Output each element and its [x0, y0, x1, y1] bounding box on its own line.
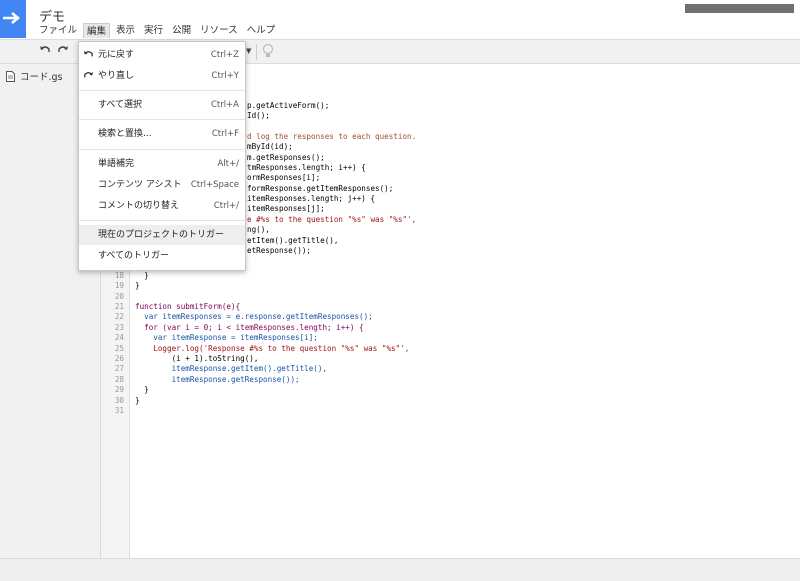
menu-item-shortcut: Ctrl+Y: [211, 71, 239, 81]
code-fragment: Id();: [247, 111, 270, 120]
code-fragment: tmResponses.length; i++) {: [247, 163, 366, 172]
menu-item-label: やり直し: [98, 71, 135, 81]
code-line: itemResponse.getResponse());: [135, 375, 300, 384]
undo-icon[interactable]: [38, 44, 52, 58]
menu-item-shortcut: Ctrl+A: [210, 100, 239, 110]
menu-item-label: 現在のプロジェクトのトリガー: [98, 230, 225, 240]
line-number: 26: [114, 354, 124, 363]
menu-resources[interactable]: リソース: [197, 23, 241, 38]
status-bar: [0, 558, 800, 581]
code-line: Logger.log('Response #%s to the question…: [135, 344, 410, 353]
menu-item-word-complete[interactable]: 単語補完 Alt+/: [79, 154, 245, 174]
code-line: var itemResponse = itemResponses[i];: [135, 333, 318, 342]
menu-item-label: すべて選択: [98, 100, 143, 110]
code-fragment: d log the responses to each question.: [247, 132, 417, 141]
code-fragment: ormResponses[i];: [247, 173, 321, 182]
menu-divider: [79, 149, 245, 150]
code-fragment: ng(),: [247, 225, 270, 234]
code-fragment: itemResponses[j];: [247, 204, 325, 213]
menu-divider: [79, 119, 245, 120]
code-fragment: etItem().getTitle(),: [247, 236, 339, 245]
edit-menu-dropdown: 元に戻す Ctrl+Z やり直し Ctrl+Y すべて選択 Ctrl+A 検索と…: [78, 41, 246, 271]
menu-item-project-triggers[interactable]: 現在のプロジェクトのトリガー: [79, 225, 245, 245]
redo-icon: [83, 70, 94, 81]
menu-help[interactable]: ヘルプ: [244, 23, 279, 38]
code-fragment: m.getResponses();: [247, 153, 325, 162]
code-fragment: formResponse.getItemResponses();: [247, 184, 394, 193]
menu-edit[interactable]: 編集: [83, 23, 111, 38]
menu-item-label: コメントの切り替え: [98, 201, 180, 211]
code-fragment: itemResponses.length; j++) {: [247, 194, 376, 203]
menu-item-label: コンテンツ アシスト: [98, 180, 182, 190]
line-number: 22: [114, 312, 124, 321]
line-number: 30: [114, 396, 124, 405]
file-icon: [6, 70, 15, 82]
code-line: (i + 1).toString(),: [135, 354, 259, 363]
code-fragment: e #%s to the question "%s" was "%s"',: [247, 215, 417, 224]
line-number: 28: [114, 375, 124, 384]
arrow-right-icon: [3, 12, 21, 24]
menu-divider: [79, 220, 245, 221]
code-line: function submitForm(e){: [135, 302, 241, 311]
function-select-caret-icon[interactable]: ▼: [246, 47, 251, 55]
toolbar-divider: [256, 44, 257, 60]
menu-item-label: 検索と置換...: [98, 129, 152, 139]
code-line: var itemResponses = e.response.getItemRe…: [135, 312, 373, 321]
line-number: 20: [114, 292, 124, 301]
code-fragment: mById(id);: [247, 142, 293, 151]
menu-item-select-all[interactable]: すべて選択 Ctrl+A: [79, 95, 245, 115]
code-line: }: [135, 396, 140, 405]
line-number: 21: [114, 302, 124, 311]
code-fragment: etResponse());: [247, 246, 312, 255]
account-bar: [685, 4, 794, 13]
menu-item-find-replace[interactable]: 検索と置換... Ctrl+F: [79, 124, 245, 144]
menu-view[interactable]: 表示: [113, 23, 138, 38]
code-line: }: [135, 271, 149, 280]
undo-icon: [83, 49, 94, 60]
code-line: for (var i = 0; i < itemResponses.length…: [135, 323, 364, 332]
line-number: 19: [114, 281, 124, 290]
line-number: 31: [114, 406, 124, 415]
menu-item-all-triggers[interactable]: すべてのトリガー: [79, 246, 245, 266]
menu-item-toggle-comment[interactable]: コメントの切り替え Ctrl+/: [79, 196, 245, 216]
code-line: }: [135, 385, 149, 394]
line-number: 18: [114, 271, 124, 280]
menu-file[interactable]: ファイル: [36, 23, 80, 38]
menu-publish[interactable]: 公開: [169, 23, 194, 38]
menu-item-shortcut: Alt+/: [217, 159, 240, 169]
file-name: コード.gs: [20, 72, 63, 83]
menu-item-label: すべてのトリガー: [98, 251, 170, 261]
apps-script-logo[interactable]: [0, 0, 26, 38]
menu-bar: ファイル 編集 表示 実行 公開 リソース ヘルプ: [36, 23, 281, 39]
code-line: }: [135, 281, 140, 290]
menu-item-shortcut: Ctrl+Z: [210, 50, 239, 60]
menu-run[interactable]: 実行: [141, 23, 166, 38]
file-item[interactable]: コード.gs: [6, 69, 63, 83]
line-number: 27: [114, 364, 124, 373]
line-number: 29: [114, 385, 124, 394]
menu-item-shortcut: Ctrl+F: [211, 129, 239, 139]
code-fragment: p.getActiveForm();: [247, 101, 330, 110]
menu-item-redo[interactable]: やり直し Ctrl+Y: [79, 66, 245, 86]
menu-item-label: 元に戻す: [98, 50, 135, 60]
menu-item-shortcut: Ctrl+/: [213, 201, 239, 211]
menu-item-undo[interactable]: 元に戻す Ctrl+Z: [79, 45, 245, 65]
redo-icon[interactable]: [56, 44, 70, 58]
lightbulb-icon[interactable]: [262, 43, 274, 62]
menu-item-content-assist[interactable]: コンテンツ アシスト Ctrl+Space: [79, 175, 245, 195]
code-line: itemResponse.getItem().getTitle(),: [135, 364, 328, 373]
line-number: 24: [114, 333, 124, 342]
menu-item-label: 単語補完: [98, 159, 135, 169]
menu-item-shortcut: Ctrl+Space: [190, 180, 239, 190]
menu-divider: [79, 90, 245, 91]
line-number: 25: [114, 344, 124, 353]
line-number: 23: [114, 323, 124, 332]
